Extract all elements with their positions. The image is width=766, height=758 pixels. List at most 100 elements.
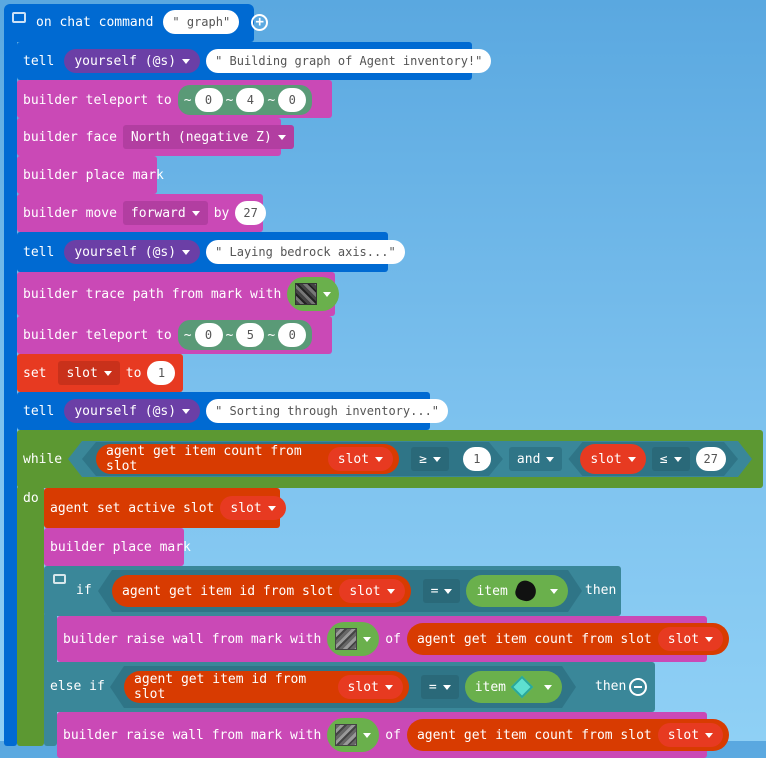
teleport-label: builder teleport to: [23, 327, 172, 343]
position-block[interactable]: ~0 ~5 ~0: [177, 320, 313, 350]
compare-value[interactable]: 1: [463, 447, 491, 471]
of-label: of: [385, 727, 401, 743]
position-block[interactable]: ~0 ~4 ~0: [177, 85, 313, 115]
and-dropdown[interactable]: and: [509, 447, 562, 471]
slot-variable[interactable]: slot: [220, 496, 286, 520]
operator-dropdown[interactable]: ≥: [411, 447, 449, 471]
then-keyword: then: [585, 583, 617, 598]
tell-keyword: tell: [23, 244, 55, 260]
place-mark-label: builder place mark: [50, 539, 191, 555]
item-count-reporter[interactable]: agent get item count from slot slot: [406, 623, 730, 655]
trace-label: builder trace path from mark with: [23, 286, 282, 302]
y-value[interactable]: 4: [236, 88, 265, 112]
move-amount[interactable]: 27: [235, 201, 266, 225]
variable-dropdown[interactable]: slot: [58, 361, 120, 385]
equals-condition[interactable]: agent get item id from slot slot = item: [110, 666, 576, 708]
set-active-label: agent set active slot: [50, 500, 215, 516]
chevron-down-icon: [546, 457, 554, 462]
else-if-keyword: else if: [50, 679, 105, 694]
block-picker[interactable]: [327, 622, 380, 656]
chevron-down-icon: [267, 505, 276, 511]
z-value[interactable]: 0: [278, 88, 307, 112]
set-keyword: set: [23, 365, 47, 381]
message-string[interactable]: " Laying bedrock axis...": [206, 240, 405, 264]
slot-variable[interactable]: slot: [338, 675, 403, 699]
chevron-down-icon: [182, 408, 191, 414]
equals-dropdown[interactable]: =: [421, 675, 459, 699]
and-condition[interactable]: agent get item count from slot slot ≥ 1 …: [68, 441, 752, 477]
direction-dropdown[interactable]: North (negative Z): [122, 125, 294, 149]
tell-keyword: tell: [23, 403, 55, 419]
coal-icon: [513, 578, 539, 604]
chevron-down-icon: [387, 589, 395, 594]
chevron-down-icon: [544, 685, 552, 690]
place-mark-label: builder place mark: [23, 167, 164, 183]
message-string[interactable]: " Building graph of Agent inventory!": [206, 49, 492, 73]
y-value[interactable]: 5: [236, 323, 265, 347]
chevron-down-icon: [705, 636, 714, 642]
z-value[interactable]: 0: [278, 323, 307, 347]
tell-keyword: tell: [23, 53, 55, 69]
face-label: builder face: [23, 129, 117, 145]
equals-condition[interactable]: agent get item id from slot slot = item: [98, 570, 582, 612]
block-picker[interactable]: [327, 718, 380, 752]
stone-icon: [335, 724, 358, 746]
set-value[interactable]: 1: [147, 361, 176, 385]
item-picker[interactable]: item: [465, 671, 562, 703]
raise-wall-label: builder raise wall from mark with: [63, 727, 322, 743]
chevron-down-icon: [103, 370, 112, 376]
chevron-down-icon: [433, 457, 441, 462]
comment-icon[interactable]: [12, 12, 26, 23]
comment-icon[interactable]: [53, 574, 66, 584]
compare-value[interactable]: 27: [696, 447, 726, 471]
compare-ge[interactable]: agent get item count from slot slot ≥ 1: [82, 442, 503, 476]
chevron-down-icon: [385, 685, 393, 690]
chevron-down-icon: [363, 732, 372, 738]
of-label: of: [385, 631, 401, 647]
stone-icon: [335, 628, 358, 650]
chevron-down-icon: [375, 457, 383, 462]
if-keyword: if: [76, 583, 92, 598]
item-id-reporter[interactable]: agent get item id from slot slot: [124, 671, 409, 703]
chevron-down-icon: [182, 58, 191, 64]
item-count-reporter[interactable]: agent get item count from slot slot: [406, 719, 730, 751]
move-label: builder move: [23, 205, 117, 221]
move-direction-dropdown[interactable]: forward: [122, 201, 208, 225]
operator-dropdown[interactable]: ≤: [652, 447, 690, 471]
item-count-reporter[interactable]: agent get item count from slot slot: [96, 444, 399, 474]
then-keyword: then: [595, 679, 627, 694]
by-label: by: [213, 205, 230, 221]
x-value[interactable]: 0: [194, 323, 223, 347]
chevron-down-icon: [628, 457, 636, 462]
add-icon[interactable]: +: [251, 13, 269, 31]
chevron-down-icon: [674, 457, 682, 462]
equals-dropdown[interactable]: =: [423, 579, 461, 603]
while-keyword: while: [23, 452, 63, 467]
chevron-down-icon: [277, 134, 286, 140]
command-string[interactable]: " graph": [163, 10, 240, 34]
x-value[interactable]: 0: [194, 88, 223, 112]
chevron-down-icon: [191, 210, 200, 216]
target-dropdown[interactable]: yourself (@s): [64, 49, 201, 73]
bedrock-icon: [295, 283, 318, 305]
target-dropdown[interactable]: yourself (@s): [64, 399, 201, 423]
chevron-down-icon: [363, 636, 372, 642]
compare-le[interactable]: slot ≤ 27: [568, 442, 738, 476]
slot-variable[interactable]: slot: [328, 447, 393, 471]
remove-icon[interactable]: [629, 678, 647, 696]
block-picker[interactable]: [287, 277, 340, 311]
to-label: to: [125, 365, 142, 381]
slot-variable[interactable]: slot: [339, 579, 404, 603]
slot-variable[interactable]: slot: [657, 723, 724, 747]
message-string[interactable]: " Sorting through inventory...": [206, 399, 449, 423]
slot-variable[interactable]: slot: [657, 627, 724, 651]
item-id-reporter[interactable]: agent get item id from slot slot: [112, 575, 411, 607]
item-picker[interactable]: item: [466, 575, 567, 607]
target-dropdown[interactable]: yourself (@s): [64, 240, 201, 264]
teleport-label: builder teleport to: [23, 92, 172, 108]
do-keyword: do: [23, 491, 39, 506]
chevron-down-icon: [705, 732, 714, 738]
chevron-down-icon: [182, 249, 191, 255]
event-body-rail: [4, 36, 17, 746]
slot-variable[interactable]: slot: [580, 444, 645, 474]
